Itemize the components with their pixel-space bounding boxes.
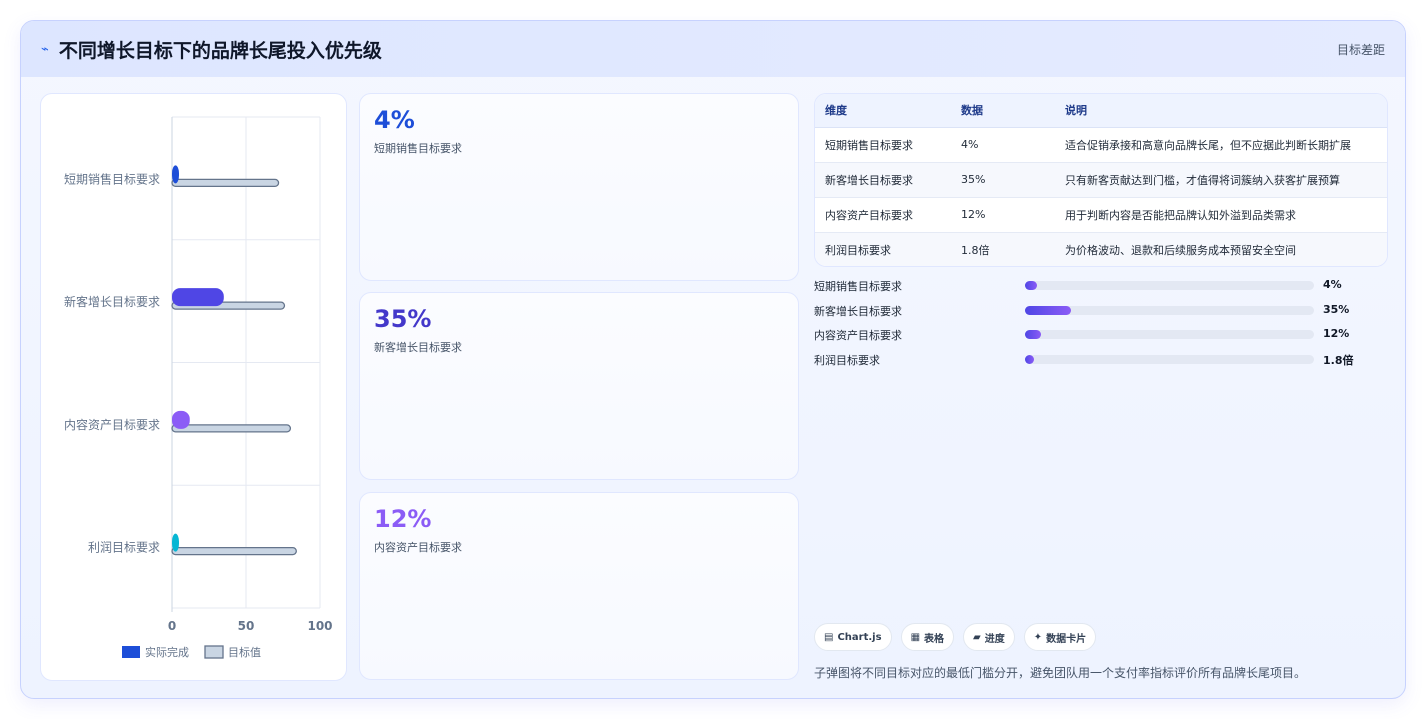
stat-card-content-asset: 12% 内容资产目标要求	[359, 492, 799, 680]
stat-label: 短期销售目标要求	[374, 142, 462, 155]
x-tick-label: 100	[307, 619, 332, 633]
bullet-chart-card: 短期销售目标要求 新客增长目标要求 内容资产目标要求利润目标要求 0 50 100 实际完成…	[40, 93, 347, 681]
table-header-row: 维度 数据 说明	[815, 94, 1387, 128]
category-label: 新客增长目标要求	[64, 294, 160, 309]
stat-value: 4%	[374, 106, 415, 134]
table-cell: 4%	[951, 127, 1055, 163]
progress-label: 内容资产目标要求	[814, 329, 902, 343]
tag-table[interactable]: ▦ 表格	[900, 623, 955, 651]
progress-row: 利润目标要求 1.8倍	[814, 348, 1388, 373]
table-cell: 适合促销承接和高意向品牌长尾，但不应据此判断长期扩展	[1055, 127, 1387, 163]
progress-track	[1025, 354, 1314, 364]
progress-value: 1.8倍	[1323, 353, 1354, 367]
target-bar	[171, 424, 292, 433]
stat-card-new-customer: 35% 新客增长目标要求	[359, 292, 799, 480]
table-cell: 只有新客贡献达到门槛，才值得将词簇纳入获客扩展预算	[1055, 162, 1387, 198]
progress-label: 新客增长目标要求	[814, 304, 902, 318]
tag-progress[interactable]: ▰ 进度	[963, 623, 1015, 651]
progress-label: 利润目标要求	[814, 353, 880, 367]
x-tick-label: 50	[238, 619, 255, 633]
table-cell: 新客增长目标要求	[815, 162, 951, 198]
progress-track	[1025, 305, 1314, 315]
progress-row: 新客增长目标要求 35%	[814, 299, 1388, 324]
stat-value: 35%	[374, 305, 432, 333]
dashboard-panel: ⌁ 不同增长目标下的品牌长尾投入优先级 目标差距 短期销售目标要求 新客增长目标要…	[20, 20, 1406, 699]
table-cell: 为价格波动、退款和后续服务成本预留安全空间	[1055, 232, 1387, 266]
table-row: 利润目标要求 1.8倍 为价格波动、退款和后续服务成本预留安全空间	[815, 232, 1387, 266]
target-bar	[171, 546, 297, 556]
chart-icon: ▤	[824, 631, 834, 643]
progress-value: 12%	[1323, 327, 1350, 341]
legend-swatch-target	[204, 645, 224, 659]
progress-row: 短期销售目标要求 4%	[814, 274, 1388, 299]
bullet-chart: 短期销售目标要求新客增长目标要求内容资产目标要求利润目标要求 0 50 100 实际完成…	[64, 116, 333, 659]
table-cell: 35%	[951, 162, 1055, 198]
sparkle-icon: ✦	[1033, 631, 1043, 643]
table-cell: 12%	[951, 197, 1055, 233]
actual-bar	[172, 165, 179, 184]
stat-card-short-term: 4% 短期销售目标要求	[359, 93, 799, 281]
legend-label: 实际完成	[145, 645, 189, 659]
tag-list: ▤ Chart.js ▦ 表格 ▰ 进度 ✦ 数据卡片	[814, 623, 1097, 651]
data-table: 维度 数据 说明 短期销售目标要求 4% 适合促销承接和高意向品牌长尾，但不应据…	[815, 94, 1387, 266]
progress-row: 内容资产目标要求 12%	[814, 323, 1388, 348]
trend-line-icon: ⌁	[41, 41, 49, 57]
actual-bar	[172, 410, 190, 429]
progress-track	[1025, 281, 1314, 290]
progress-track	[1025, 330, 1314, 340]
data-table-card: 维度 数据 说明 短期销售目标要求 4% 适合促销承接和高意向品牌长尾，但不应据…	[814, 93, 1388, 267]
table-row: 新客增长目标要求 35% 只有新客贡献达到门槛，才值得将词簇纳入获客扩展预算	[815, 162, 1387, 198]
target-gap-label: 目标差距	[1336, 42, 1385, 57]
column-header: 说明	[1055, 94, 1387, 128]
table-cell: 短期销售目标要求	[815, 127, 951, 163]
table-cell: 用于判断内容是否能把品牌认知外溢到品类需求	[1055, 197, 1387, 233]
tag-label: 表格	[924, 633, 945, 645]
stat-value: 12%	[374, 505, 432, 533]
target-bar	[171, 178, 280, 188]
footnote: 子弹图将不同目标对应的最低门槛分开，避免团队用一个支付率指标评价所有品牌长尾项目…	[814, 666, 1307, 680]
progress-value: 35%	[1323, 302, 1350, 316]
progress-list: 短期销售目标要求 4% 新客增长目标要求 35% 内容资产目标要求 12% 利润…	[814, 274, 1388, 372]
table-cell: 内容资产目标要求	[815, 197, 951, 233]
progress-icon: ▰	[973, 631, 981, 643]
category-label: 内容资产目标要求	[64, 417, 160, 432]
category-label: 利润目标要求	[88, 541, 160, 555]
table-cell: 1.8倍	[951, 232, 1055, 266]
tag-data-card[interactable]: ✦ 数据卡片	[1023, 623, 1097, 651]
progress-fill	[1025, 354, 1034, 364]
progress-fill	[1025, 305, 1072, 315]
column-header: 维度	[815, 94, 951, 128]
tag-label: 进度	[984, 633, 1005, 645]
x-tick-label: 0	[168, 619, 176, 633]
tag-chartjs[interactable]: ▤ Chart.js	[814, 623, 892, 651]
actual-bar	[172, 288, 224, 307]
table-row: 短期销售目标要求 4% 适合促销承接和高意向品牌长尾，但不应据此判断长期扩展	[815, 127, 1387, 163]
stat-label: 新客增长目标要求	[374, 341, 462, 354]
category-label: 短期销售目标要求	[64, 171, 160, 186]
progress-label: 短期销售目标要求	[814, 280, 902, 293]
actual-bar	[172, 533, 179, 552]
column-header: 数据	[951, 94, 1055, 128]
page-title: 不同增长目标下的品牌长尾投入优先级	[58, 39, 382, 62]
table-cell: 利润目标要求	[815, 232, 951, 266]
header: ⌁ 不同增长目标下的品牌长尾投入优先级 目标差距	[21, 21, 1405, 77]
legend-swatch-actual	[122, 646, 140, 658]
tag-label: 数据卡片	[1046, 633, 1087, 645]
table-row: 内容资产目标要求 12% 用于判断内容是否能把品牌认知外溢到品类需求	[815, 197, 1387, 233]
table-icon: ▦	[910, 631, 921, 643]
progress-fill	[1025, 281, 1037, 290]
progress-fill	[1025, 330, 1041, 340]
progress-value: 4%	[1323, 278, 1342, 291]
tag-label: Chart.js	[837, 631, 882, 643]
legend-label: 目标值	[228, 645, 261, 659]
stat-label: 内容资产目标要求	[374, 541, 462, 554]
